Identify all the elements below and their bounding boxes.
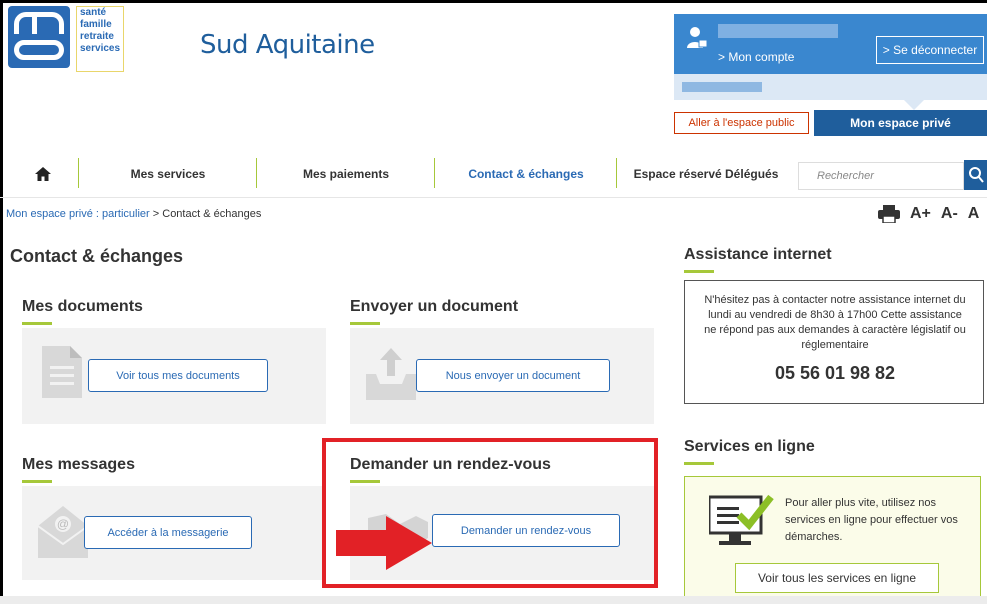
font-increase-button[interactable]: A+ [910, 205, 931, 223]
nav-mes-paiements[interactable]: Mes paiements [258, 150, 434, 198]
view-documents-button[interactable]: Voir tous mes documents [88, 359, 268, 392]
title-underline [22, 480, 52, 483]
search-input[interactable]: Rechercher [798, 162, 964, 190]
my-account-link[interactable]: > Mon compte [718, 50, 794, 64]
online-services-box: Pour aller plus vite, utilisez nos servi… [684, 476, 981, 604]
breadcrumb-separator: > [152, 208, 160, 220]
accessibility-tools: A+ A- A [878, 205, 979, 223]
logo-line: retraite [80, 31, 114, 42]
search-button[interactable] [964, 160, 987, 190]
nav-separator [78, 158, 79, 188]
online-services-text: Pour aller plus vite, utilisez nos servi… [785, 497, 958, 543]
breadcrumb-link[interactable]: Mon espace privé : particulier [6, 208, 150, 220]
logout-button[interactable]: > Se déconnecter [876, 36, 984, 64]
documents-card: Voir tous mes documents [22, 328, 326, 424]
account-id-redacted [682, 82, 762, 92]
messages-card: @ Accéder à la messagerie [22, 486, 326, 580]
title-underline [22, 322, 52, 325]
home-icon [35, 167, 51, 181]
assistance-phone: 05 56 01 98 82 [774, 363, 896, 383]
title-underline [684, 462, 714, 465]
brand-title: Sud Aquitaine [200, 30, 375, 60]
account-panel: > Mon compte > Se déconnecter [674, 14, 987, 110]
breadcrumb: Mon espace privé : particulier > Contact… [6, 208, 261, 220]
computer-check-icon [709, 494, 774, 545]
logo-line: santé [80, 7, 107, 18]
assistance-title: Assistance internet [684, 246, 832, 263]
svg-text:@: @ [57, 517, 69, 531]
section-title-send: Envoyer un document [350, 298, 519, 315]
font-reset-button[interactable]: A [968, 205, 980, 223]
print-icon[interactable] [878, 205, 900, 223]
document-icon [42, 346, 82, 398]
nav-separator [616, 158, 617, 188]
user-lock-icon [687, 27, 707, 48]
logo-line: services [80, 43, 121, 54]
send-document-button[interactable]: Nous envoyer un document [416, 359, 610, 392]
account-notch [904, 100, 924, 110]
upload-tray-icon [366, 348, 416, 400]
view-online-services-button[interactable]: Voir tous les services en ligne [735, 563, 939, 593]
highlight-box [322, 438, 658, 588]
private-space-tab[interactable]: Mon espace privé [814, 110, 987, 136]
send-card: Nous envoyer un document [350, 328, 654, 424]
font-decrease-button[interactable]: A- [941, 205, 958, 223]
nav-espace-delegues[interactable]: Espace réservé Délégués [618, 150, 794, 198]
section-title-messages: Mes messages [22, 456, 135, 473]
assistance-text: N'hésitez pas à contacter notre assistan… [704, 294, 966, 351]
section-title-documents: Mes documents [22, 298, 143, 315]
nav-mes-services[interactable]: Mes services [80, 150, 256, 198]
user-name-redacted [718, 24, 838, 38]
main-nav: Mes services Mes paiements Contact & éch… [0, 150, 987, 198]
logo-line: famille [80, 19, 112, 30]
public-space-button[interactable]: Aller à l'espace public [674, 112, 809, 134]
open-messaging-button[interactable]: Accéder à la messagerie [84, 516, 252, 549]
nav-contact-echanges[interactable]: Contact & échanges [436, 150, 616, 198]
msa-logo-mark [8, 6, 70, 68]
page-title: Contact & échanges [10, 246, 184, 266]
search-icon [968, 167, 984, 183]
breadcrumb-current: Contact & échanges [162, 208, 262, 220]
footer-strip [0, 596, 987, 604]
online-services-title: Services en ligne [684, 438, 815, 455]
nav-separator [434, 158, 435, 188]
title-underline [350, 322, 380, 325]
account-details [674, 74, 987, 100]
assistance-box: N'hésitez pas à contacter notre assistan… [684, 280, 984, 404]
nav-separator [256, 158, 257, 188]
home-nav[interactable] [20, 150, 66, 198]
mail-at-icon: @ [38, 506, 88, 558]
title-underline [684, 270, 714, 273]
logo-tagline: santé famille retraite services [76, 6, 125, 72]
msa-logo[interactable]: santé famille retraite services [8, 6, 135, 78]
